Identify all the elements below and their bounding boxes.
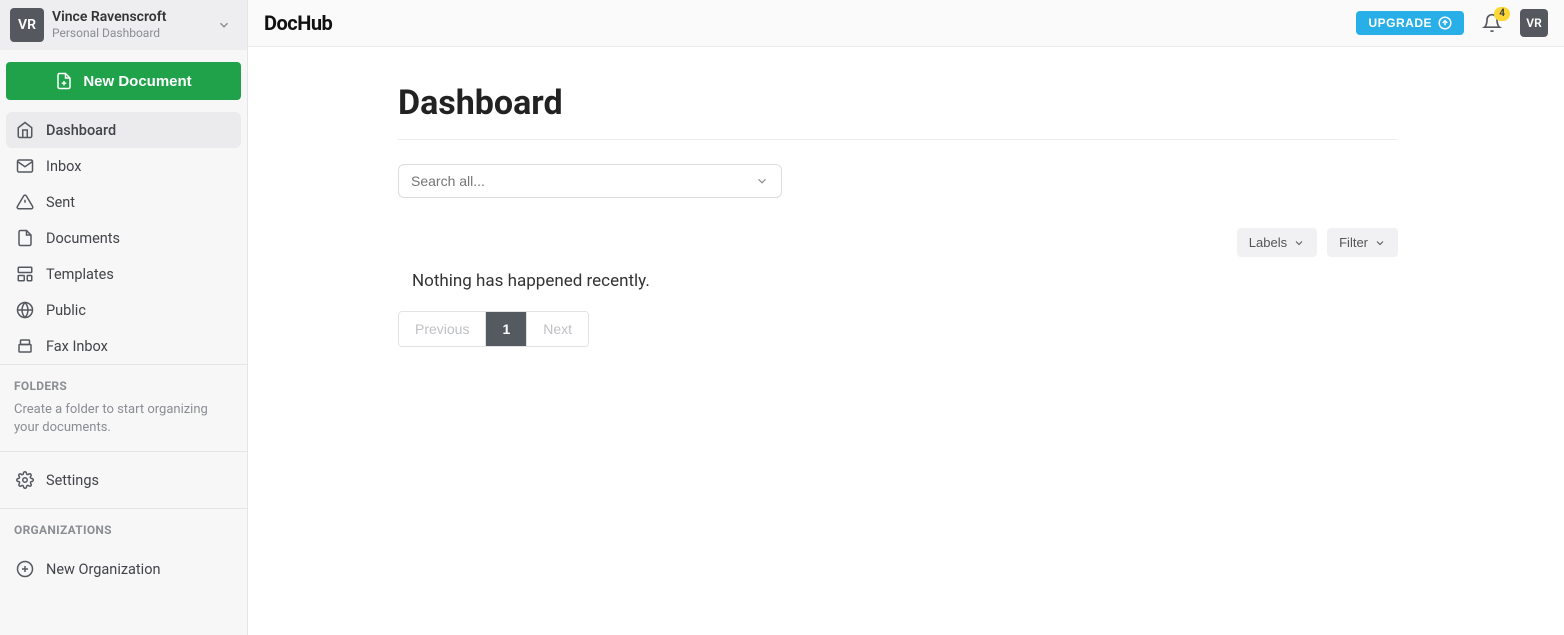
sidebar-item-inbox[interactable]: Inbox [6,148,241,184]
notification-badge: 4 [1494,7,1510,21]
upgrade-button[interactable]: UPGRADE [1356,11,1464,35]
upgrade-label: UPGRADE [1368,16,1432,30]
profile-name: Vince Ravenscroft [52,9,211,26]
sidebar-item-label: Inbox [46,158,81,175]
user-avatar-button[interactable]: VR [1520,9,1548,37]
chevron-down-icon [755,174,769,188]
organizations-title: ORGANIZATIONS [14,523,233,537]
sidebar-item-public[interactable]: Public [6,292,241,328]
sidebar-item-label: Public [46,302,86,319]
sidebar-item-label: Templates [46,266,114,283]
sidebar-item-label: Documents [46,230,120,247]
search-input[interactable] [411,173,755,189]
folders-section: FOLDERS Create a folder to start organiz… [0,364,247,451]
filter-button[interactable]: Filter [1327,228,1398,257]
templates-icon [16,265,34,283]
new-organization-button[interactable]: New Organization [6,551,241,587]
pager-previous-button[interactable]: Previous [399,312,486,346]
page-title: Dashboard [398,83,1398,140]
globe-icon [16,301,34,319]
folders-title: FOLDERS [14,379,233,393]
new-organization-label: New Organization [46,561,160,578]
file-plus-icon [55,72,73,90]
new-document-button[interactable]: New Document [6,62,241,100]
plus-circle-icon [16,560,34,578]
avatar: VR [10,8,44,42]
sidebar-item-templates[interactable]: Templates [6,256,241,292]
sidebar-item-fax-inbox[interactable]: Fax Inbox [6,328,241,364]
logo[interactable]: DocHub [264,11,332,35]
sidebar-item-label: Sent [46,194,75,211]
empty-state-text: Nothing has happened recently. [398,265,1398,291]
profile-subtitle: Personal Dashboard [52,26,211,40]
notifications-button[interactable]: 4 [1482,13,1502,33]
sidebar-item-dashboard[interactable]: Dashboard [6,112,241,148]
arrow-up-circle-icon [1438,16,1452,30]
new-document-label: New Document [83,73,191,90]
folders-help-text: Create a folder to start organizing your… [14,401,233,437]
sidebar-item-sent[interactable]: Sent [6,184,241,220]
labels-button[interactable]: Labels [1237,228,1317,257]
filter-label: Filter [1339,235,1368,250]
sidebar-item-documents[interactable]: Documents [6,220,241,256]
home-icon [16,121,34,139]
pager-page-1-button[interactable]: 1 [486,312,527,346]
sidebar-item-label: Fax Inbox [46,338,108,355]
pager-next-button[interactable]: Next [527,312,588,346]
chevron-down-icon [211,18,237,32]
sidebar-item-label: Settings [46,472,99,489]
send-icon [16,193,34,211]
pagination: Previous 1 Next [398,311,589,347]
mail-icon [16,157,34,175]
sidebar-item-settings[interactable]: Settings [6,462,241,498]
chevron-down-icon [1293,237,1305,249]
file-icon [16,229,34,247]
fax-icon [16,337,34,355]
profile-switcher[interactable]: VR Vince Ravenscroft Personal Dashboard [0,0,247,50]
organizations-section: ORGANIZATIONS [0,508,247,551]
sidebar-item-label: Dashboard [46,122,116,139]
chevron-down-icon [1374,237,1386,249]
search-input-wrapper[interactable] [398,164,782,198]
labels-label: Labels [1249,235,1287,250]
gear-icon [16,471,34,489]
